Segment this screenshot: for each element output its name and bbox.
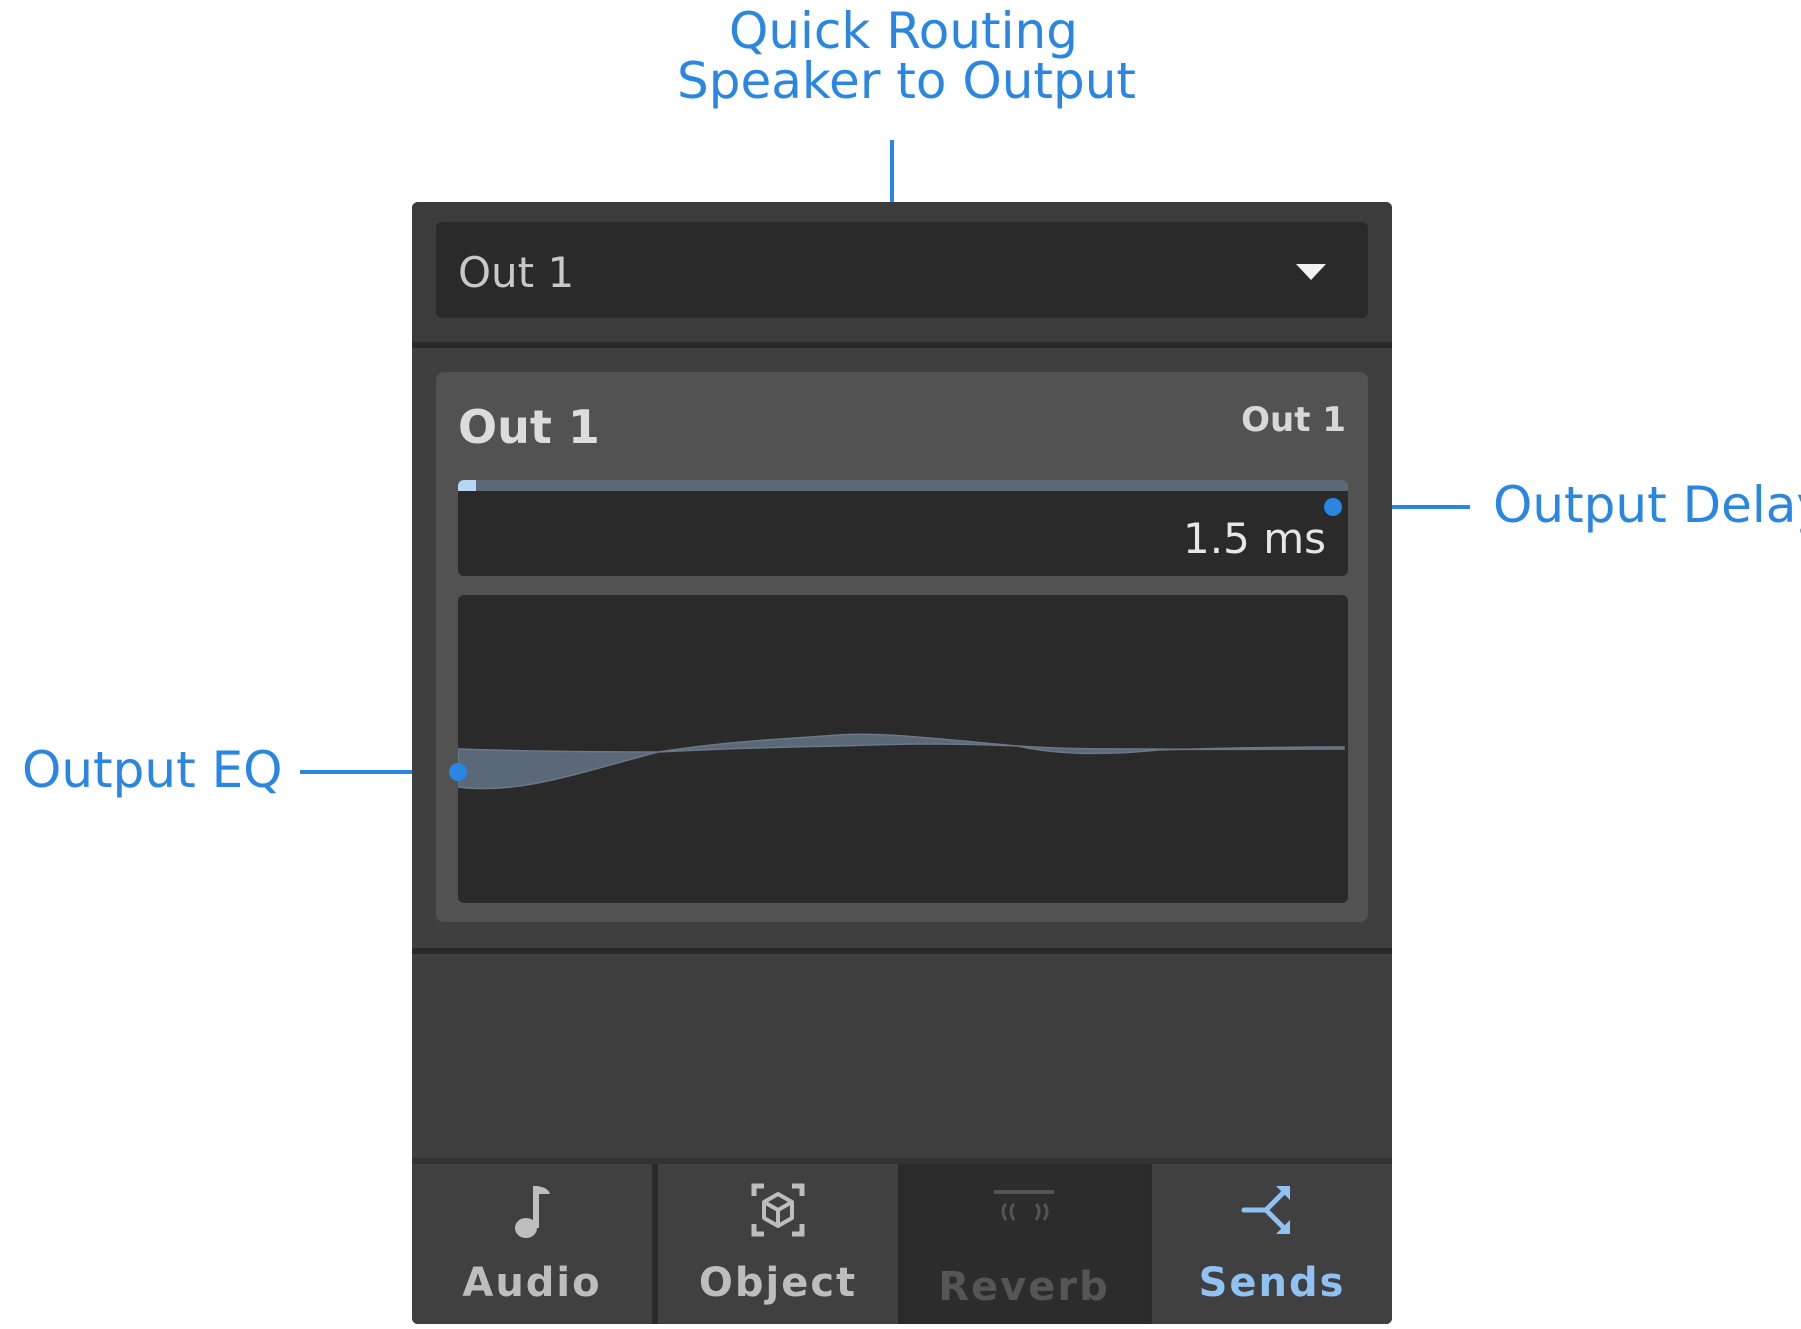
dropdown-selected-value: Out 1 [458,248,575,297]
tab-label: Object [698,1260,858,1306]
callout-quick-routing-line2: Speaker to Output [677,52,1137,110]
quick-routing-section: Out 1 [412,202,1392,342]
music-note-icon [515,1186,550,1238]
output-routing-dropdown[interactable]: Out 1 [436,222,1368,318]
tab-reverb[interactable]: Reverb [904,1164,1144,1324]
chevron-down-icon [1296,264,1326,280]
output-panel: Out 1 Out 1 Out 1 1.5 ms Audio Object Re… [412,202,1392,1324]
output-title: Out 1 [458,400,600,454]
tab-sends[interactable]: Sends [1152,1164,1392,1324]
callout-output-eq-dot [449,763,467,781]
callout-output-delay-dot [1324,498,1342,516]
reverb-icon [994,1190,1054,1221]
delay-fill [458,480,476,491]
delay-track [458,480,1348,491]
tab-label: Audio [462,1260,602,1306]
output-section: Out 1 Out 1 1.5 ms [412,348,1392,948]
output-eq-graph[interactable] [458,595,1348,903]
tab-object[interactable]: Object [658,1164,898,1324]
output-subtitle: Out 1 [1241,400,1346,440]
tab-label: Sends [1198,1260,1346,1306]
tab-audio[interactable]: Audio [412,1164,652,1324]
delay-value: 1.5 ms [1183,514,1326,563]
tab-bar: Audio Object Reverb Sends [412,1164,1392,1324]
output-card: Out 1 Out 1 1.5 ms [436,372,1368,922]
empty-area [412,954,1392,1158]
eq-curve [458,733,1345,790]
eq-fill [458,733,1345,790]
sends-icon [1241,1186,1290,1234]
cube-icon [751,1183,805,1237]
callout-output-eq: Output EQ [22,741,283,799]
output-delay-slider[interactable]: 1.5 ms [458,480,1348,576]
callout-quick-routing-line1: Quick Routing [729,2,1078,60]
callout-output-delay: Output Delay [1493,476,1801,534]
tab-label: Reverb [938,1264,1110,1310]
